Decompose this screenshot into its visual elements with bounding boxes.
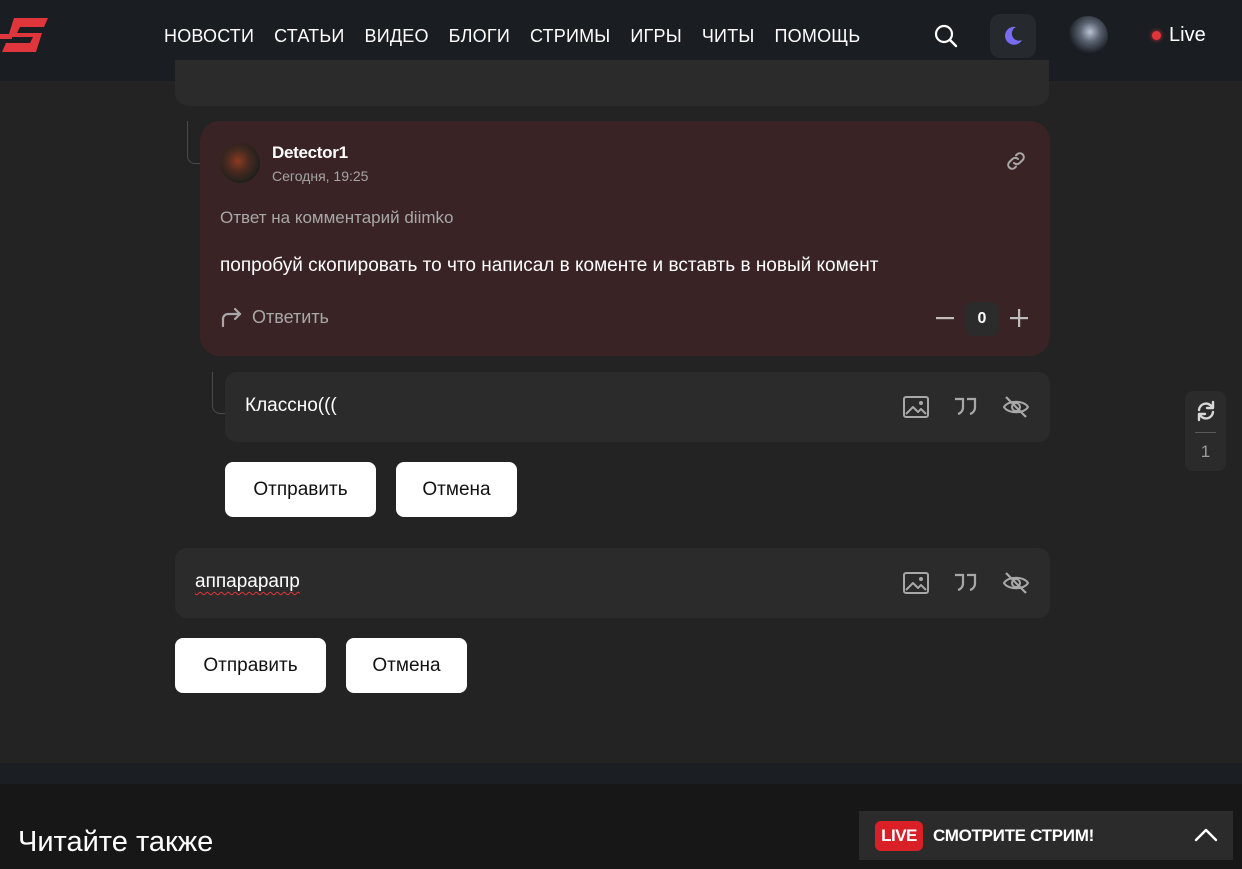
- nav-item-cheats[interactable]: ЧИТЫ: [702, 24, 755, 48]
- site-logo[interactable]: [0, 12, 50, 60]
- search-icon[interactable]: [930, 20, 962, 52]
- chevron-up-icon[interactable]: [1193, 824, 1219, 844]
- reply-button[interactable]: Ответить: [220, 306, 329, 328]
- new-comments-count: 1: [1200, 442, 1211, 461]
- quote-icon[interactable]: [952, 394, 980, 420]
- eye-off-icon[interactable]: [1002, 394, 1030, 420]
- reply-label: Ответить: [252, 306, 329, 327]
- reply-submit-button[interactable]: Отправить: [225, 462, 376, 517]
- section-title: Читайте также: [18, 826, 214, 858]
- nav-item-articles[interactable]: СТАТЬИ: [274, 24, 344, 48]
- comment-input-box[interactable]: аппарарапр: [175, 548, 1050, 618]
- image-icon[interactable]: [902, 570, 930, 596]
- downvote-button[interactable]: [934, 306, 956, 330]
- comment-card: Detector1 Сегодня, 19:25 Ответ на коммен…: [200, 121, 1050, 356]
- live-indicator-icon: [1152, 31, 1161, 40]
- live-link[interactable]: Live: [1152, 24, 1206, 47]
- divider: [1195, 432, 1216, 433]
- live-badge: LIVE: [875, 821, 923, 851]
- moon-icon: [1005, 26, 1022, 45]
- thread-connector: [187, 121, 201, 164]
- comment-author[interactable]: Detector1: [272, 143, 348, 163]
- reply-input-box[interactable]: Классно(((: [225, 372, 1050, 442]
- section-divider: [0, 763, 1242, 784]
- theme-toggle-button[interactable]: [990, 14, 1036, 58]
- input-toolbar: [902, 570, 1030, 596]
- minus-icon: [936, 317, 954, 320]
- live-stream-bar[interactable]: LIVE СМОТРИТЕ СТРИМ!: [859, 811, 1233, 860]
- live-label: Live: [1169, 24, 1206, 46]
- quote-icon[interactable]: [952, 570, 980, 596]
- related-section: Читайте также LIVE СМОТРИТЕ СТРИМ!: [0, 784, 1242, 869]
- user-avatar[interactable]: [1068, 16, 1108, 56]
- nav-item-streams[interactable]: СТРИМЫ: [530, 24, 610, 48]
- nav-item-blogs[interactable]: БЛОГИ: [449, 24, 510, 48]
- link-icon[interactable]: [1004, 149, 1028, 173]
- plus-icon: [1010, 309, 1028, 327]
- reply-cancel-button[interactable]: Отмена: [396, 462, 517, 517]
- image-icon[interactable]: [902, 394, 930, 420]
- main-nav: НОВОСТИ СТАТЬИ ВИДЕО БЛОГИ СТРИМЫ ИГРЫ Ч…: [164, 24, 860, 48]
- reply-arrow-icon: [221, 307, 242, 328]
- input-toolbar: [902, 394, 1030, 420]
- comment-author-avatar[interactable]: [220, 143, 260, 183]
- new-comments-widget: 1: [1185, 391, 1226, 471]
- comment-text: попробуй скопировать то что написал в ко…: [220, 255, 879, 276]
- comment-date: Сегодня, 19:25: [272, 168, 369, 184]
- nav-item-games[interactable]: ИГРЫ: [630, 24, 681, 48]
- thread-connector: [212, 372, 225, 414]
- reply-to-label: Ответ на комментарий diimko: [220, 208, 454, 227]
- vote-count: 0: [965, 302, 999, 336]
- comment-input[interactable]: аппарарапр: [195, 571, 300, 593]
- refresh-icon[interactable]: [1195, 400, 1217, 422]
- live-cta-label: СМОТРИТЕ СТРИМ!: [933, 826, 1094, 845]
- nav-item-video[interactable]: ВИДЕО: [365, 24, 429, 48]
- comment-cancel-button[interactable]: Отмена: [346, 638, 467, 693]
- eye-off-icon[interactable]: [1002, 570, 1030, 596]
- nav-item-news[interactable]: НОВОСТИ: [164, 24, 254, 48]
- nav-item-help[interactable]: ПОМОЩЬ: [775, 24, 861, 48]
- reply-input[interactable]: Классно(((: [245, 395, 337, 417]
- comment-submit-button[interactable]: Отправить: [175, 638, 326, 693]
- previous-comment-card: [175, 60, 1049, 106]
- upvote-button[interactable]: [1008, 306, 1030, 330]
